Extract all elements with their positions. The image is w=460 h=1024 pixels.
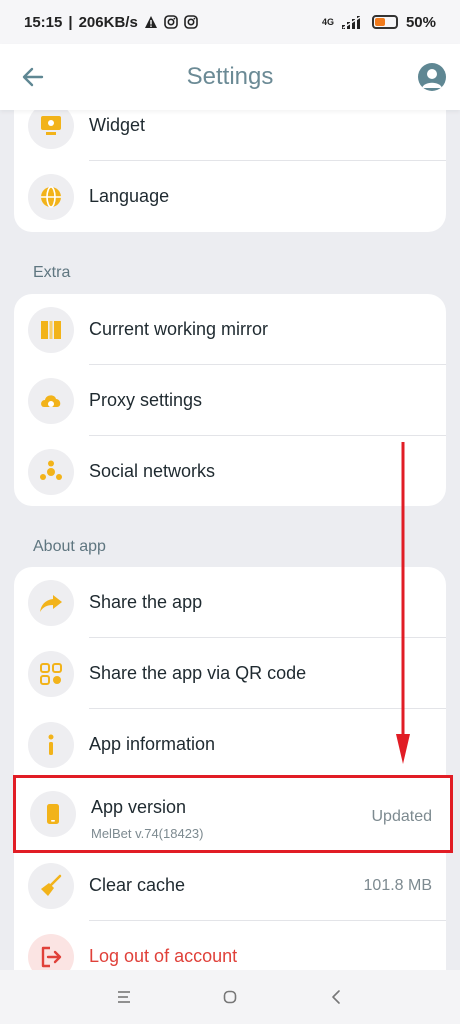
update-status: Updated	[371, 808, 433, 825]
globe-icon	[28, 174, 74, 220]
status-speed: 206KB/s	[78, 13, 138, 31]
settings-item-share[interactable]: Share the app	[14, 567, 446, 638]
settings-item-clear-cache[interactable]: Clear cache 101.8 MB	[14, 850, 446, 921]
extra-card: Current working mirror Proxy settings So…	[14, 294, 446, 506]
signal-icon	[341, 15, 363, 29]
qr-code-icon	[28, 651, 74, 697]
info-icon	[28, 722, 74, 768]
home-icon[interactable]	[219, 986, 241, 1008]
settings-item-label: Widget	[89, 115, 146, 135]
back-arrow-icon[interactable]	[20, 64, 46, 90]
profile-avatar-icon[interactable]	[418, 63, 446, 91]
settings-item-label: Log out of account	[89, 946, 238, 966]
settings-item-label: App information	[89, 734, 216, 754]
settings-item-share-qr[interactable]: Share the app via QR code	[14, 638, 446, 709]
app-version-number: MelBet v.74(18423)	[91, 826, 204, 841]
broom-icon	[28, 863, 74, 909]
battery-level: 50%	[405, 13, 436, 31]
annotation-arrow	[396, 442, 410, 764]
status-bar: 15:15 | 206KB/s 4G 50%	[0, 0, 460, 44]
widget-icon	[28, 110, 74, 149]
app-bar: Settings	[0, 44, 460, 110]
settings-item-label: Proxy settings	[89, 390, 203, 410]
settings-item-social[interactable]: Social networks	[14, 436, 446, 506]
settings-item-label: Share the app	[89, 592, 203, 612]
social-icon	[28, 449, 74, 495]
section-title-extra: Extra	[33, 264, 71, 281]
settings-item-label: Share the app via QR code	[89, 663, 307, 683]
settings-item-label: Language	[89, 186, 170, 206]
instagram-icon	[163, 15, 178, 29]
menu-icon[interactable]	[113, 986, 135, 1008]
back-icon[interactable]	[325, 986, 347, 1008]
settings-item-app-version[interactable]: App version MelBet v.74(18423) Updated	[13, 775, 453, 853]
cloud-gear-icon	[28, 378, 74, 424]
battery-icon	[371, 15, 398, 29]
mirror-icon	[28, 307, 74, 353]
logout-icon	[28, 934, 74, 970]
instagram-icon	[183, 15, 198, 29]
phone-icon	[30, 791, 76, 837]
system-nav-bar	[0, 970, 460, 1024]
section-title-about: About app	[33, 538, 106, 555]
settings-item-logout[interactable]: Log out of account	[14, 921, 446, 970]
share-arrow-icon	[28, 580, 74, 626]
cache-size: 101.8 MB	[363, 876, 432, 894]
network-type: 4G	[321, 17, 334, 27]
settings-item-label: Social networks	[89, 461, 216, 481]
settings-item-mirror[interactable]: Current working mirror	[14, 294, 446, 365]
settings-item-widget[interactable]: Widget	[14, 110, 446, 161]
settings-item-app-info[interactable]: App information	[14, 709, 446, 780]
general-card: Widget Language	[14, 110, 446, 232]
settings-item-label: Current working mirror	[89, 319, 269, 339]
settings-item-language[interactable]: Language	[14, 161, 446, 232]
status-time: 15:15	[24, 13, 63, 31]
settings-item-label: App version	[91, 797, 187, 817]
page-title: Settings	[186, 63, 274, 90]
settings-item-proxy[interactable]: Proxy settings	[14, 365, 446, 436]
alert-icon	[144, 16, 157, 28]
about-card: Share the app Share the app via QR code …	[14, 567, 446, 970]
settings-list[interactable]: Widget Language Extra Current working mi…	[0, 110, 460, 970]
settings-item-label: Clear cache	[89, 875, 186, 895]
